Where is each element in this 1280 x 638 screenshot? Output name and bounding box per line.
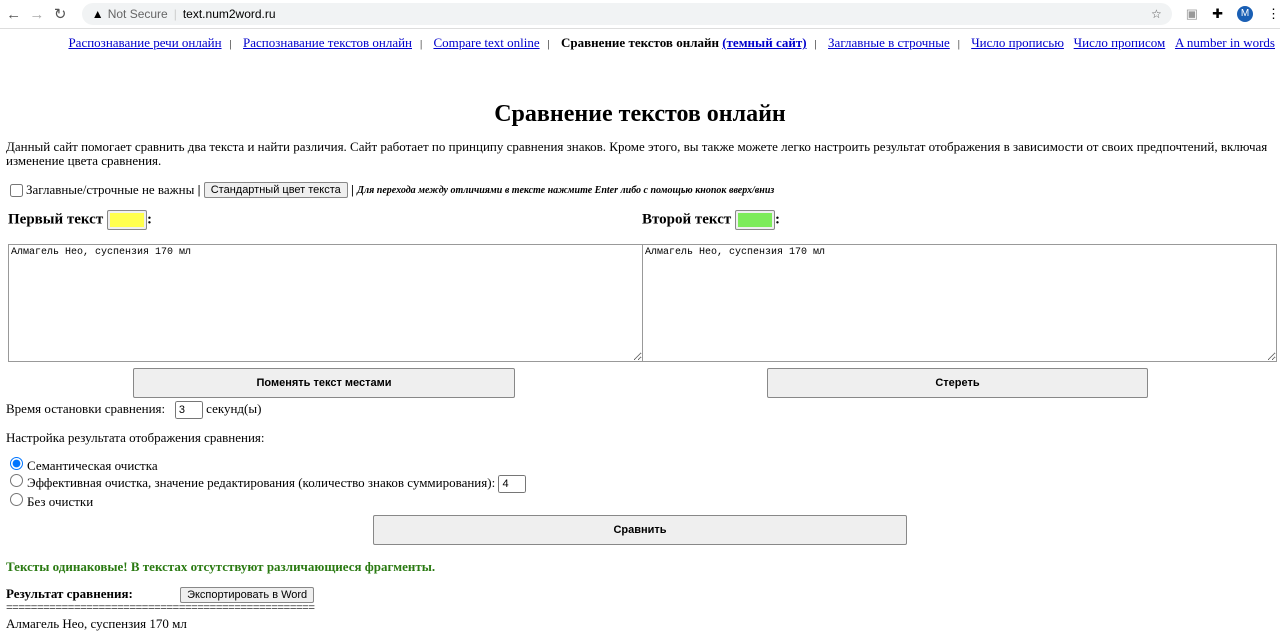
nav-link[interactable]: Число прописью — [971, 35, 1064, 50]
description: Данный сайт помогает сравнить два текста… — [6, 139, 1268, 168]
separator: | — [814, 38, 817, 50]
first-color-picker[interactable] — [106, 210, 147, 230]
browser-toolbar: ← → ↻ ▲ Not Secure | text.num2word.ru ☆ … — [0, 0, 1280, 29]
swap-texts-button[interactable]: Поменять текст местами — [133, 368, 515, 398]
nav-link[interactable]: Распознавание речи онлайн — [68, 35, 221, 50]
timeout-input[interactable] — [174, 401, 203, 419]
no-cleanup-radio[interactable] — [10, 493, 23, 506]
separator: | — [351, 182, 354, 197]
dark-site-link[interactable]: (темный сайт) — [722, 35, 806, 50]
separator: | — [197, 182, 201, 197]
timeout-label: Время остановки сравнения: — [6, 401, 166, 416]
address-bar[interactable]: ▲ Not Secure | text.num2word.ru ☆ — [81, 3, 1172, 25]
extension-icon[interactable]: ▣ — [1186, 6, 1198, 22]
timeout-unit: секунд(ы) — [206, 401, 262, 416]
separator: | — [420, 38, 423, 50]
nav-link[interactable]: Заглавные в строчные — [828, 35, 950, 50]
separator: | — [229, 38, 232, 50]
forward-icon[interactable]: → — [27, 6, 46, 23]
second-text-label: Второй текст — [642, 211, 732, 228]
radio-label: Без очистки — [27, 494, 94, 509]
case-label: Заглавные/строчные не важны — [26, 182, 195, 197]
separator: | — [957, 38, 960, 50]
default-color-button[interactable]: Стандартный цвет текста — [203, 182, 348, 198]
first-text-input[interactable] — [8, 244, 643, 362]
divider: | — [173, 7, 177, 21]
result-text: Алмагель Нео, суспензия 170 мл — [6, 616, 187, 631]
radio-label: Эффективная очистка, значение редактиров… — [27, 475, 496, 490]
top-nav: Распознавание речи онлайн | Распознавание… — [0, 29, 1280, 51]
menu-icon[interactable]: ⋮ — [1267, 6, 1280, 22]
status-message: Тексты одинаковые! В текстах отсутствуют… — [6, 559, 436, 574]
security-label: Not Secure — [107, 7, 168, 21]
divider-line: ========================================… — [6, 600, 315, 614]
puzzle-icon[interactable]: ✚ — [1212, 6, 1223, 22]
nav-current: Сравнение текстов онлайн — [561, 35, 719, 50]
star-icon[interactable]: ☆ — [1151, 7, 1162, 21]
separator: | — [547, 38, 550, 50]
reload-icon[interactable]: ↻ — [51, 5, 70, 23]
settings-label: Настройка результата отображения сравнен… — [6, 430, 265, 445]
page-title: Сравнение текстов онлайн — [494, 101, 786, 127]
case-insensitive-checkbox[interactable] — [10, 183, 23, 197]
compare-button[interactable]: Сравнить — [373, 515, 907, 545]
result-label: Результат сравнения: — [6, 586, 133, 601]
url: text.num2word.ru — [182, 7, 276, 21]
colon: : — [774, 211, 780, 228]
hint: Для перехода между отличиями в тексте на… — [357, 184, 775, 196]
second-color-picker[interactable] — [734, 210, 775, 230]
warning-icon: ▲ — [91, 7, 104, 21]
semantic-cleanup-radio[interactable] — [10, 457, 23, 470]
nav-link[interactable]: Compare text online — [433, 35, 539, 50]
clear-button[interactable]: Стереть — [767, 368, 1148, 398]
nav-link[interactable]: A number in words — [1175, 35, 1275, 50]
nav-link[interactable]: Распознавание текстов онлайн — [243, 35, 412, 50]
efficient-cleanup-radio[interactable] — [10, 474, 23, 487]
first-text-label: Первый текст — [8, 211, 104, 228]
edit-cost-input[interactable] — [498, 475, 527, 493]
radio-label: Семантическая очистка — [27, 458, 158, 473]
second-text-input[interactable] — [642, 244, 1277, 362]
avatar[interactable]: M — [1237, 6, 1253, 22]
back-icon[interactable]: ← — [4, 6, 23, 23]
nav-link[interactable]: Число прописом — [1074, 35, 1166, 50]
colon: : — [146, 211, 152, 228]
